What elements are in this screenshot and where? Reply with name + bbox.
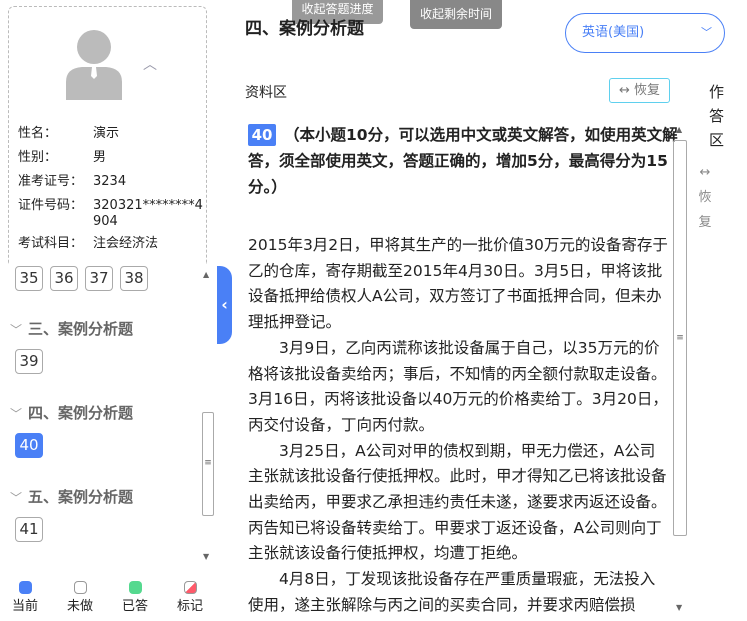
content-scroll-down-icon[interactable]: ▼ — [676, 603, 682, 612]
info-label: 准考证号： — [18, 174, 84, 189]
question-button[interactable]: 40 — [15, 433, 43, 458]
material-paragraph: 2015年3月2日，甲将其生产的一批价值30万元的设备寄存于乙的仓库，寄存期截至… — [248, 236, 668, 332]
nav-scrollbar-thumb[interactable]: ≡ — [202, 412, 214, 516]
material-label: 资料区 — [245, 85, 287, 101]
legend-swatch-icon — [183, 581, 197, 594]
content-scrollbar-thumb[interactable]: ≡ — [673, 140, 687, 536]
info-row: 性名： 演示 — [18, 126, 203, 142]
chevron-down-icon: ﹀ — [10, 407, 23, 421]
question-button[interactable]: 39 — [15, 349, 43, 374]
legend-label: 标记 — [176, 599, 203, 614]
nav-section[interactable]: ﹀ 三、案例分析题 — [10, 318, 133, 339]
info-row: 性别： 男 — [18, 150, 203, 166]
section-title: 四、案例分析题 — [245, 19, 364, 39]
legend-item: 当前 — [10, 581, 40, 614]
nav-section[interactable]: ﹀ 五、案例分析题 — [10, 486, 133, 507]
question-button[interactable]: 35 — [15, 266, 43, 291]
question-instruction: （本小题10分，可以选用中文或英文解答，如使用英文解答，须全部使用英文，答题正确… — [248, 126, 678, 196]
collapse-time-button[interactable]: 收起剩余时间 — [410, 0, 502, 29]
avatar-icon — [66, 30, 122, 100]
chevron-down-icon: ﹀ — [10, 491, 23, 505]
language-select[interactable]: 英语(美国) ﹀ — [565, 13, 725, 53]
section-title: 三、案例分析题 — [28, 320, 134, 338]
content-scroll-up-icon[interactable]: ▲ — [676, 125, 682, 134]
material-paragraph: 4月8日，丁发现该批设备存在严重质量瑕疵，无法投入使用，遂主张解除与丙之间的买卖… — [248, 570, 656, 614]
swap-arrows-icon: ↔ — [699, 165, 711, 180]
section-title: 五、案例分析题 — [28, 488, 134, 506]
language-value: 英语(美国) — [582, 25, 645, 40]
legend-swatch-icon — [73, 581, 87, 594]
legend-item: 标记 — [175, 581, 205, 614]
info-label: 性别： — [18, 150, 58, 165]
info-label: 考试科目： — [18, 236, 84, 251]
legend-label: 未做 — [66, 599, 93, 614]
question-nav: 35 36 37 38 ﹀ 三、案例分析题 39 ﹀ 四、案例分析题 40 ﹀ 五、案例分析题 41 — [10, 266, 200, 566]
material-paragraph: 3月25日，A公司对甲的债权到期，甲无力偿还，A公司主张就该批设备行使抵押权。此… — [248, 441, 667, 563]
info-value: 演示 — [93, 126, 120, 141]
collapse-info-chevron-icon[interactable]: ︿ — [143, 54, 157, 74]
nav-scroll-up-icon[interactable]: ▲ — [203, 270, 209, 279]
info-value: 3234 — [93, 174, 127, 189]
collapse-sidebar-button[interactable]: ‹ — [217, 266, 232, 344]
info-value: 男 — [93, 150, 107, 165]
nav-section[interactable]: ﹀ 四、案例分析题 — [10, 402, 133, 423]
info-label: 证件号码： — [18, 198, 84, 213]
nav-scroll-down-icon[interactable]: ▼ — [203, 552, 209, 561]
material-paragraph: 3月9日，乙向丙谎称该批设备属于自己，以35万元的价格将该批设备卖给丙；事后，不… — [248, 338, 668, 434]
question-button[interactable]: 37 — [85, 266, 113, 291]
answer-restore-button[interactable]: ↔ 恢复 — [695, 160, 715, 235]
info-row: 证件号码： 320321********4904 — [18, 198, 203, 229]
info-row: 准考证号： 3234 — [18, 174, 203, 190]
question-button[interactable]: 36 — [50, 266, 78, 291]
info-label: 性名： — [18, 126, 58, 141]
legend-swatch-icon — [18, 581, 32, 594]
material-content: 2015年3月2日，甲将其生产的一批价值30万元的设备寄存于乙的仓库，寄存期截至… — [248, 233, 668, 619]
legend-item: 已答 — [120, 581, 150, 614]
question-button[interactable]: 41 — [15, 517, 43, 542]
answer-area-label: 作答区 — [709, 83, 725, 149]
section-title: 四、案例分析题 — [28, 404, 134, 422]
legend-swatch-icon — [128, 581, 142, 594]
material-restore-button[interactable]: ↔ 恢复 — [609, 78, 670, 103]
chevron-down-icon: ﹀ — [701, 26, 712, 39]
info-value: 注会经济法 — [93, 236, 159, 251]
info-row: 考试科目： 注会经济法 — [18, 236, 203, 252]
question-button[interactable]: 38 — [120, 266, 148, 291]
chevron-down-icon: ﹀ — [10, 323, 23, 337]
legend-item: 未做 — [65, 581, 95, 614]
legend-label: 当前 — [11, 599, 38, 614]
legend-label: 已答 — [121, 599, 148, 614]
info-value: 320321********4904 — [93, 198, 203, 229]
